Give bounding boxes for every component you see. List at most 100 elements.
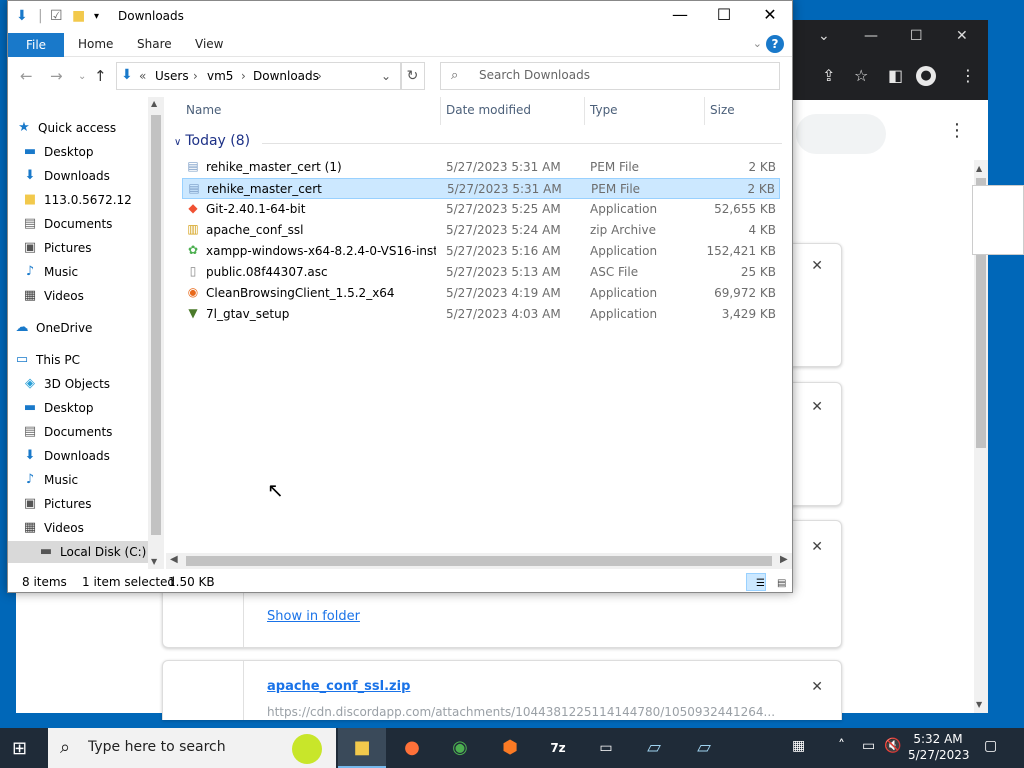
chevron-up-icon[interactable]: ˄ [838,738,845,754]
maximize-button[interactable]: ☐ [704,5,744,24]
clock[interactable]: 5:32 AM 5/27/2023 [908,731,970,763]
close-icon[interactable]: ✕ [811,399,823,415]
nav-item[interactable]: ⬇Downloads📌 [22,165,162,187]
tab-home[interactable]: Home [78,37,113,51]
horizontal-scrollbar[interactable]: ◀ ▶ [166,553,792,569]
column-separator[interactable] [584,97,585,125]
network-icon[interactable]: ▭ [862,738,875,754]
maximize-icon[interactable]: ☐ [910,28,923,44]
column-header-type[interactable]: Type [590,103,618,117]
volume-muted-icon[interactable]: 🔇 [884,738,901,754]
minimize-icon[interactable]: — [864,28,878,44]
file-row[interactable]: ▤ rehike_master_cert (1) 5/27/2023 5:31 AM… [182,157,780,178]
scrollbar-thumb[interactable] [186,556,772,566]
nav-item[interactable]: ★ Quick access [16,117,156,139]
taskbar-search-input[interactable] [88,739,288,755]
firefox-taskbar-icon[interactable]: ● [388,728,436,768]
tab-file[interactable]: File [8,33,64,57]
nav-item[interactable]: ♪ Music [22,469,162,491]
file-row[interactable]: ✿ xampp-windows-x64-8.2.4-0-VS16-instal..… [182,241,780,262]
file-row[interactable]: ▤ rehike_master_cert 5/27/2023 5:31 AM PEM … [182,178,780,199]
nav-item[interactable]: ▤ Documents [22,421,162,443]
nav-item[interactable]: ◈ 3D Objects [22,373,162,395]
expand-ribbon-icon[interactable]: ⌄ [753,37,762,50]
help-icon[interactable]: ? [766,35,784,53]
chrome-taskbar-icon[interactable]: ◉ [436,728,484,768]
column-header-size[interactable]: Size [710,103,735,117]
file-row[interactable]: ▼ 7l_gtav_setup 5/27/2023 4:03 AM Applicati… [182,304,780,325]
share-icon[interactable]: ⇪ [822,66,835,85]
tab-share[interactable]: Share [137,37,172,51]
nav-item[interactable]: ☁ OneDrive [14,317,154,339]
xampp-taskbar-icon[interactable]: ⬢ [486,728,534,768]
breadcrumb-vm5[interactable]: vm5 [207,69,233,83]
nav-item[interactable]: ▦ Videos [22,517,162,539]
tab-view[interactable]: View [195,37,223,51]
chevron-right-icon[interactable]: › [241,69,246,83]
file-row[interactable]: ▥ apache_conf_ssl 5/27/2023 5:24 AM zip Arc… [182,220,780,241]
properties-icon[interactable]: ☑ [50,8,63,24]
recent-locations-icon[interactable]: ⌄ [78,71,86,82]
keyboard-icon[interactable]: ▦ [792,738,805,754]
forward-arrow-icon[interactable]: → [50,67,63,85]
quick-access-dropdown-icon[interactable]: ▾ [94,11,99,22]
large-icons-view-button[interactable]: ▤ [768,574,786,590]
terminal-taskbar-icon[interactable]: ▭ [582,728,630,768]
notification-icon[interactable]: ▢ [984,738,997,754]
column-separator[interactable] [704,97,705,125]
address-bar[interactable]: ⬇ « Users › vm5 › Downloads › ⌄ [116,62,402,90]
notepad-taskbar-icon[interactable]: ▱ [630,728,678,768]
nav-item[interactable]: ▬Desktop📌 [22,141,162,163]
breadcrumb-users[interactable]: Users [155,69,189,83]
sidebar-icon[interactable]: ◧ [888,66,903,85]
more-options-icon[interactable]: ⋮ [948,120,966,141]
up-arrow-icon[interactable]: ↑ [94,67,107,85]
address-dropdown-icon[interactable]: ⌄ [381,69,391,83]
show-in-folder-link[interactable]: Show in folder [267,609,360,624]
nav-pane-scrollbar[interactable]: ▲ ▼ [148,97,164,569]
column-header-date[interactable]: Date modified [446,103,531,117]
column-separator[interactable] [440,97,441,125]
close-icon[interactable]: ✕ [811,539,823,555]
nav-item[interactable]: ▬ Local Disk (C:) [8,541,148,563]
breadcrumb-overflow[interactable]: « [139,69,146,83]
profile-avatar-icon[interactable]: ● [916,66,936,86]
close-icon[interactable]: ✕ [811,258,823,274]
nav-item[interactable]: ⬇ Downloads [22,445,162,467]
windows-start-icon[interactable]: ⊞ [12,738,27,759]
scroll-down-icon[interactable]: ▼ [151,557,157,566]
chevron-right-icon[interactable]: › [193,69,198,83]
chevron-right-icon[interactable]: › [317,69,322,83]
scroll-left-icon[interactable]: ◀ [170,554,178,565]
scroll-right-icon[interactable]: ▶ [780,554,788,565]
close-icon[interactable]: ✕ [956,28,968,44]
file-row[interactable]: ◉ CleanBrowsingClient_1.5.2_x64 5/27/2023 … [182,283,780,304]
chevron-down-icon[interactable]: ⌄ [818,28,830,44]
star-icon[interactable]: ☆ [854,66,868,85]
search-input[interactable] [479,68,769,82]
nav-item[interactable]: ▦ Videos [22,285,162,307]
scroll-down-icon[interactable]: ▼ [976,700,982,709]
taskbar-search[interactable]: ⌕ [48,728,336,768]
kebab-menu-icon[interactable]: ⋮ [960,66,976,85]
nav-item[interactable]: ■113.0.5672.12📌 [22,189,162,211]
scroll-up-icon[interactable]: ▲ [976,164,982,173]
scrollbar-thumb[interactable] [151,115,161,535]
download-file-link[interactable]: apache_conf_ssl.zip [267,679,410,694]
nav-item[interactable]: ▤Documents📌 [22,213,162,235]
notepad-taskbar-icon[interactable]: ▱ [680,728,728,768]
file-row[interactable]: ▯ public.08f44307.asc 5/27/2023 5:13 AM ASC… [182,262,780,283]
details-view-button[interactable]: ☰ [746,573,766,591]
nav-item[interactable]: ♪ Music [22,261,162,283]
minimize-button[interactable]: — [660,5,700,24]
nav-item[interactable]: ▣Pictures📌 [22,237,162,259]
back-arrow-icon[interactable]: ← [20,67,33,85]
file-explorer-taskbar-icon[interactable]: ■ [338,728,386,768]
column-header-name[interactable]: Name [186,103,221,117]
search-box[interactable]: ⌕ [440,62,780,90]
search-pill[interactable] [796,114,886,154]
nav-item[interactable]: ▭ This PC [14,349,154,371]
breadcrumb-downloads[interactable]: Downloads [253,69,319,83]
folder-icon[interactable]: ■ [72,8,85,24]
nav-item[interactable]: ▣ Pictures [22,493,162,515]
